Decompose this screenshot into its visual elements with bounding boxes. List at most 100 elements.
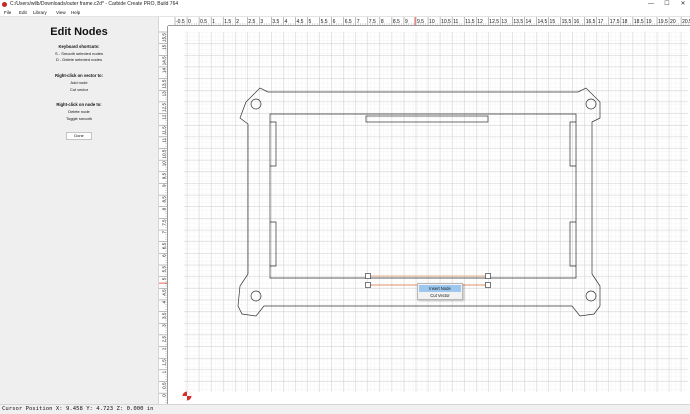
menu-bar: File Edit Library View Help: [0, 9, 690, 17]
ruler-y-label: 2: [162, 347, 167, 350]
horizontal-ruler: -0.5 0 0.5 1 1.5 2 2.5 3 3.5 4 4.5 5 5.5 6 6.5 7 7.5 8 8.5…: [168, 17, 690, 26]
ruler-y-label: 1: [162, 370, 167, 373]
node-handle-top-right[interactable]: [485, 273, 491, 279]
menu-file[interactable]: File: [4, 9, 11, 17]
window-title: C:/Users/wilb/Downloads/outer frame.c2d*…: [10, 1, 179, 7]
done-button[interactable]: Done: [66, 132, 92, 140]
node-handle-bottom-right[interactable]: [485, 282, 491, 288]
ruler-x-label: 5.5: [321, 19, 328, 25]
node-action-toggle-smooth: Toggle smooth: [65, 116, 92, 121]
ruler-x-label: 16.5: [586, 19, 596, 25]
ruler-y-label: 7: [162, 231, 167, 234]
maximize-button[interactable]: ☐: [660, 0, 674, 9]
ruler-x-label: 0: [188, 19, 191, 25]
ruler-y-label: 0: [162, 394, 167, 397]
ruler-y-label: 7.5: [162, 219, 167, 226]
ruler-x-label: 19: [646, 19, 652, 25]
context-menu: Insert Node Cut Vector: [417, 283, 463, 300]
ruler-x-label: 19.5: [658, 19, 668, 25]
ruler-x-label: 7: [357, 19, 360, 25]
node-handle-top-left[interactable]: [365, 273, 371, 279]
ruler-y-label: 6: [162, 254, 167, 257]
ruler-x-label: 13.5: [513, 19, 523, 25]
ruler-x-label: 18.5: [634, 19, 644, 25]
vector-actions-heading: Right-click on vector to:: [55, 73, 103, 78]
ruler-x-label: 20.5: [682, 19, 690, 25]
close-button[interactable]: ✕: [676, 0, 690, 9]
app-logo-icon: [2, 2, 7, 7]
ruler-x-label: 15: [550, 19, 556, 25]
context-menu-insert-node[interactable]: Insert Node: [419, 285, 461, 292]
keyboard-shortcuts-heading: Keyboard shortcuts:: [58, 44, 100, 49]
ruler-x-label: 12.5: [489, 19, 499, 25]
ruler-x-label: 1.5: [224, 19, 231, 25]
ruler-x-label: 3.5: [272, 19, 279, 25]
ruler-x-label: 11: [453, 19, 458, 25]
ruler-y-label: 14: [162, 68, 167, 74]
ruler-y-label: 11.5: [162, 126, 167, 135]
ruler-x-label: 11.5: [465, 19, 475, 25]
minimize-button[interactable]: —: [644, 0, 658, 9]
ruler-x-label: 2: [236, 19, 239, 25]
ruler-x-label: 10: [429, 19, 435, 25]
ruler-x-label: 1: [212, 19, 215, 25]
ruler-x-label: 17: [598, 19, 604, 25]
node-handle-bottom-left[interactable]: [365, 282, 371, 288]
canvas-drawing[interactable]: [168, 26, 690, 404]
app-window: C:/Users/wilb/Downloads/outer frame.c2d*…: [0, 0, 690, 414]
ruler-x-label: 10.5: [441, 19, 451, 25]
ruler-x-label: 9: [405, 19, 408, 25]
panel-title: Edit Nodes: [50, 26, 108, 38]
vector-action-add-node: Add node: [70, 80, 88, 85]
ruler-x-label: 3: [260, 19, 263, 25]
ruler-y-label: 12: [162, 114, 167, 120]
ruler-x-label: 6: [333, 19, 336, 25]
edit-nodes-panel: Edit Nodes Keyboard shortcuts: S - Smoot…: [0, 17, 159, 404]
ruler-x-label: 16: [574, 19, 580, 25]
ruler-y-label: 14.5: [162, 56, 167, 65]
menu-edit[interactable]: Edit: [19, 9, 27, 17]
ruler-y-label: 15: [162, 44, 167, 50]
ruler-y-label: 4: [162, 301, 167, 304]
ruler-y-label: 8.5: [162, 196, 167, 203]
ruler-y-label: 8: [162, 207, 167, 210]
ruler-y-label: 15.5: [162, 33, 167, 42]
ruler-y-label: 3.5: [162, 312, 167, 319]
ruler-x-label: 18: [622, 19, 628, 25]
design-canvas[interactable]: [168, 26, 690, 404]
node-actions-heading: Right-click on node to:: [56, 102, 102, 107]
ruler-x-label: 15.5: [562, 19, 572, 25]
minor-grid: [184, 32, 688, 392]
ruler-y-label: 5.5: [162, 266, 167, 273]
ruler-y-label: 10.5: [162, 149, 167, 158]
ruler-y-label: 11: [162, 137, 167, 142]
ruler-x-label: 14: [525, 19, 531, 25]
menu-library[interactable]: Library: [33, 9, 47, 17]
ruler-x-label: 5: [309, 19, 312, 25]
ruler-x-label: 4.5: [297, 19, 304, 25]
ruler-y-label: 2.5: [162, 335, 167, 342]
ruler-y-label: 5: [162, 277, 167, 280]
ruler-y-label: 6.5: [162, 242, 167, 249]
ruler-y-label: 3: [162, 324, 167, 327]
ruler-corner: [159, 17, 168, 26]
context-menu-cut-vector[interactable]: Cut Vector: [419, 292, 461, 299]
origin-icon: [182, 391, 192, 401]
title-bar: C:/Users/wilb/Downloads/outer frame.c2d*…: [0, 0, 690, 9]
ruler-x-label: 8: [381, 19, 384, 25]
ruler-y-label: 13.5: [162, 79, 167, 88]
menu-help[interactable]: Help: [71, 9, 80, 17]
status-bar: Cursor Position X: 9.458 Y: 4.723 Z: 0.0…: [0, 404, 690, 414]
ruler-x-label: 13: [501, 19, 507, 25]
ruler-y-label: 4.5: [162, 289, 167, 296]
ruler-x-label: 8.5: [393, 19, 400, 25]
ruler-x-label: 14.5: [538, 19, 548, 25]
ruler-y-label: 1.5: [162, 359, 167, 366]
menu-view[interactable]: View: [56, 9, 66, 17]
ruler-x-label: 20: [670, 19, 676, 25]
ruler-y-label: 10: [162, 161, 167, 167]
ruler-y-label: 0.5: [162, 382, 167, 389]
ruler-y-label: 9: [162, 184, 167, 187]
shortcut-smooth-text: S - Smooth selected nodes: [54, 51, 104, 56]
ruler-x-label: 2.5: [248, 19, 255, 25]
